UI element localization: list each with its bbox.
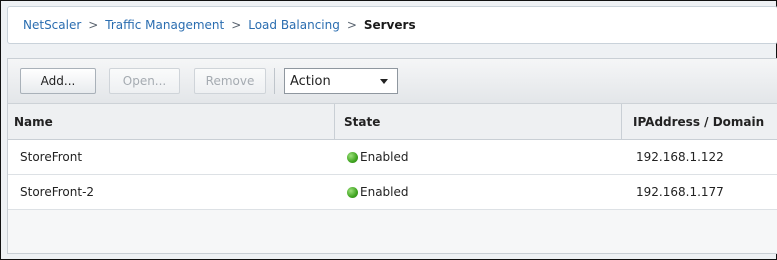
table-row[interactable]: StoreFront-2 Enabled 192.168.1.177 [8,175,777,210]
server-ip-address: 192.168.1.177 [636,185,724,199]
column-header-state[interactable]: State [334,104,621,139]
breadcrumb-traffic-management[interactable]: Traffic Management [105,18,224,32]
server-state: Enabled [347,140,409,174]
chevron-right-icon: > [88,18,99,32]
table-row[interactable]: StoreFront Enabled 192.168.1.122 [8,140,777,175]
column-header-ip-address[interactable]: IPAddress / Domain [621,104,777,139]
remove-button[interactable]: Remove [194,68,266,94]
server-name: StoreFront-2 [20,185,95,199]
action-select-value: Action [290,73,331,89]
status-enabled-icon [347,187,358,198]
toolbar: Add... Open... Remove Action [8,59,777,104]
breadcrumb: NetScaler > Traffic Management > Load Ba… [7,6,777,44]
table-header: Name State IPAddress / Domain [8,104,777,140]
toolbar-divider [274,68,275,94]
open-button[interactable]: Open... [109,68,180,94]
add-button[interactable]: Add... [20,68,96,94]
table-empty-area [8,210,777,253]
server-ip-address: 192.168.1.122 [636,150,724,164]
column-header-name[interactable]: Name [8,104,334,139]
chevron-right-icon: > [346,18,357,32]
breadcrumb-netscaler[interactable]: NetScaler [23,18,81,32]
chevron-down-icon [380,79,388,84]
server-state-label: Enabled [360,150,409,164]
server-state: Enabled [347,175,409,209]
servers-panel: Add... Open... Remove Action Name State … [7,58,777,254]
server-name: StoreFront [20,150,83,164]
action-select[interactable]: Action [284,68,398,94]
breadcrumb-load-balancing[interactable]: Load Balancing [248,18,340,32]
app-frame: NetScaler > Traffic Management > Load Ba… [0,0,777,260]
status-enabled-icon [347,152,358,163]
chevron-right-icon: > [231,18,242,32]
page-title: Servers [363,18,416,32]
server-state-label: Enabled [360,185,409,199]
